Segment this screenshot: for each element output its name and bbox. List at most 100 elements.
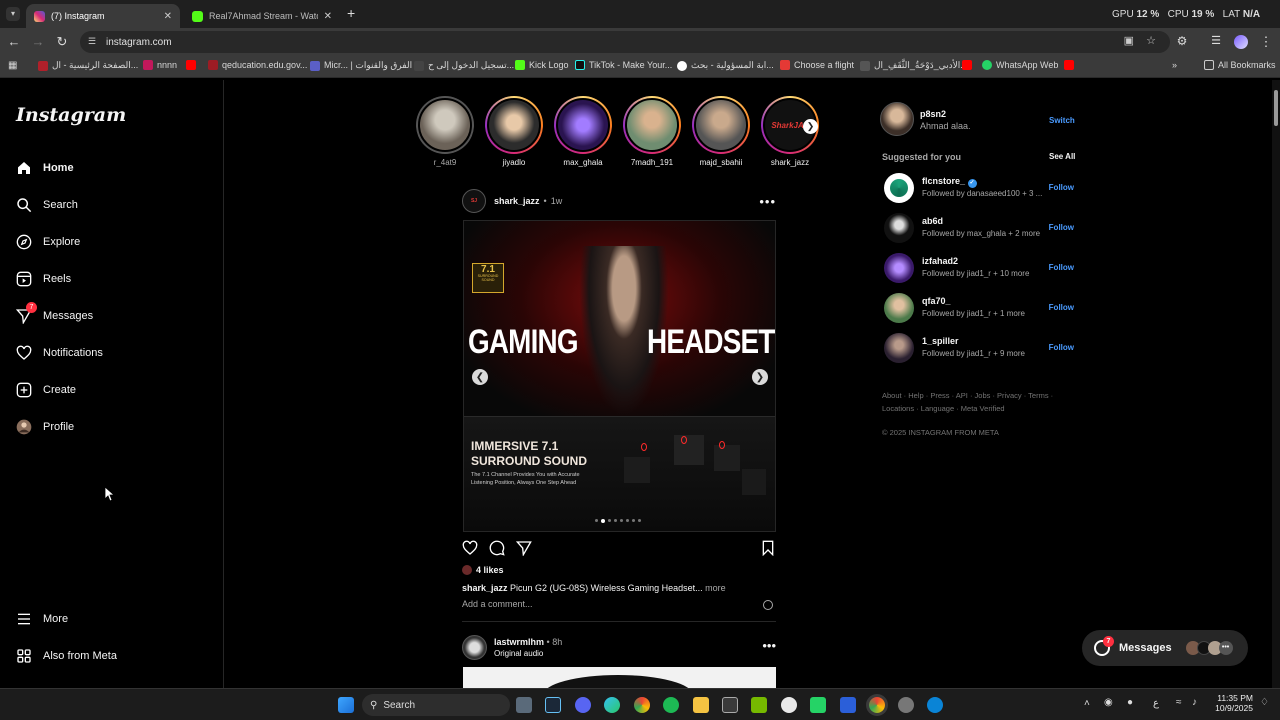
notification-bell-icon[interactable]: ♢: [1260, 697, 1269, 708]
bookmark-item[interactable]: تسجيل الدخول إلى ح...: [414, 60, 514, 71]
tab-stream[interactable]: Real7Ahmad Stream - Watch Li ✕: [184, 4, 340, 28]
suggestion-avatar[interactable]: [884, 173, 914, 203]
media-control-icon[interactable]: ☰: [1208, 34, 1224, 47]
stories-next-button[interactable]: ❯: [803, 119, 818, 134]
messages-pill[interactable]: 7 Messages •••: [1082, 630, 1248, 666]
tray-app-icon[interactable]: ◉: [1104, 697, 1113, 708]
see-all-link[interactable]: See All: [1049, 152, 1075, 161]
app-icon[interactable]: [840, 697, 856, 713]
page-scrollbar[interactable]: [1272, 80, 1280, 688]
bookmark-item[interactable]: TikTok - Make Your...: [575, 60, 672, 70]
forward-arrow-icon[interactable]: →: [30, 34, 46, 49]
address-bar[interactable]: ☰ instagram.com ▣ ☆: [80, 31, 1170, 53]
extensions-icon[interactable]: ⚙: [1174, 34, 1190, 48]
profile-avatar[interactable]: [1234, 35, 1248, 49]
likes-count[interactable]: 4 likes: [476, 565, 504, 575]
apps-grid-icon[interactable]: ▦: [8, 60, 17, 71]
back-arrow-icon[interactable]: ←: [6, 34, 22, 49]
nav-create[interactable]: Create: [16, 380, 76, 400]
bookmark-item[interactable]: Choose a flight: [780, 60, 854, 70]
switch-account-link[interactable]: Switch: [1049, 116, 1075, 125]
nav-home[interactable]: Home: [16, 158, 74, 178]
bookmark-item[interactable]: Micr... | الفرق والقنوات: [310, 60, 412, 71]
save-bookmark-icon[interactable]: [760, 540, 776, 556]
wifi-icon[interactable]: ≈: [1176, 697, 1182, 708]
post-author-avatar[interactable]: SJ: [462, 189, 486, 213]
carousel-next-button[interactable]: ❯: [752, 369, 768, 385]
story-item[interactable]: 7madh_191: [622, 96, 682, 167]
more-options-icon[interactable]: •••: [762, 638, 776, 653]
suggestion-avatar[interactable]: [884, 213, 914, 243]
spotify-icon[interactable]: [663, 697, 679, 713]
whatsapp-icon[interactable]: [810, 697, 826, 713]
caption-username[interactable]: shark_jazz: [462, 583, 508, 593]
more-options-icon[interactable]: •••: [759, 194, 776, 209]
tab-instagram[interactable]: (7) Instagram ✕: [26, 4, 180, 28]
reload-icon[interactable]: ↻: [54, 34, 70, 50]
suggestion-avatar[interactable]: [884, 253, 914, 283]
nav-notifications[interactable]: Notifications: [16, 343, 103, 363]
edge-icon[interactable]: [604, 697, 620, 713]
discord-icon[interactable]: [575, 697, 591, 713]
like-heart-icon[interactable]: [462, 540, 478, 556]
bookmark-item[interactable]: ابة المسؤولية - بحث...: [677, 60, 774, 71]
follow-button[interactable]: Follow: [1049, 223, 1074, 232]
windows-start-icon[interactable]: [338, 697, 354, 713]
new-tab-button[interactable]: +: [347, 5, 355, 21]
suggestion-username[interactable]: qfa70_: [922, 296, 951, 306]
footer-links-2[interactable]: Locations · Language · Meta Verified: [882, 404, 1005, 413]
youtube-icon[interactable]: [186, 60, 196, 70]
carousel-prev-button[interactable]: ❮: [472, 369, 488, 385]
footer-links-1[interactable]: About · Help · Press · API · Jobs · Priv…: [882, 391, 1053, 400]
comment-input[interactable]: Add a comment...: [462, 599, 533, 609]
audio-label[interactable]: Original audio: [494, 649, 543, 658]
story-item[interactable]: r_4at9: [415, 96, 475, 167]
chevron-right-icon[interactable]: »: [1172, 60, 1177, 70]
store-icon[interactable]: [722, 697, 738, 713]
story-item[interactable]: max_ghala: [553, 96, 613, 167]
install-app-icon[interactable]: ▣: [1124, 34, 1134, 47]
suggestion-username[interactable]: 1_spiller: [922, 336, 959, 346]
bookmark-star-icon[interactable]: ☆: [1146, 34, 1156, 47]
share-icon[interactable]: [516, 540, 532, 556]
nvidia-icon[interactable]: [751, 697, 767, 713]
follow-button[interactable]: Follow: [1049, 343, 1074, 352]
follow-button[interactable]: Follow: [1049, 263, 1074, 272]
chrome-icon[interactable]: [634, 697, 650, 713]
current-user-avatar[interactable]: [880, 102, 914, 136]
suggestion-avatar[interactable]: [884, 333, 914, 363]
bookmark-item[interactable]: الأدبي_دَوْحَةُ_الثَّقَفِ_ال...: [860, 60, 968, 71]
app-icon[interactable]: [927, 697, 943, 713]
follow-button[interactable]: Follow: [1049, 303, 1074, 312]
instagram-logo[interactable]: Instagram: [16, 104, 126, 126]
browser-menu-icon[interactable]: ⋮: [1258, 34, 1274, 50]
bookmark-item[interactable]: nnnn: [143, 60, 177, 70]
next-post-image[interactable]: [463, 667, 776, 688]
story-item[interactable]: majd_sbahii: [691, 96, 751, 167]
nav-reels[interactable]: Reels: [16, 269, 71, 289]
camera-app-icon[interactable]: [516, 697, 532, 713]
xbox-icon[interactable]: [781, 697, 797, 713]
suggestion-username[interactable]: ab6d: [922, 216, 943, 226]
current-user-username[interactable]: p8sn2: [920, 109, 946, 119]
language-indicator[interactable]: ع: [1153, 698, 1159, 709]
follow-button[interactable]: Follow: [1049, 183, 1074, 192]
bookmark-item[interactable]: WhatsApp Web: [982, 60, 1058, 70]
nav-explore[interactable]: Explore: [16, 232, 80, 252]
emoji-icon[interactable]: [763, 600, 773, 610]
nav-profile[interactable]: Profile: [16, 417, 74, 437]
scrollbar-thumb[interactable]: [1274, 90, 1278, 126]
post-author-username[interactable]: shark_jazz: [494, 196, 540, 206]
youtube-icon[interactable]: [1064, 60, 1074, 70]
suggestion-username[interactable]: flcnstore_ ✓: [922, 176, 977, 188]
bookmark-item[interactable]: Kick Logo: [515, 60, 569, 70]
close-icon[interactable]: ✕: [164, 11, 172, 22]
comment-icon[interactable]: [489, 540, 505, 556]
post-author-avatar[interactable]: [462, 635, 487, 660]
suggestion-avatar[interactable]: [884, 293, 914, 323]
caption-more-link[interactable]: more: [705, 583, 726, 593]
nav-also-from-meta[interactable]: Also from Meta: [16, 646, 117, 666]
post-image[interactable]: 7.1 SURROUND SOUND GAMING HEADSET ❮ ❯ IM…: [463, 220, 776, 532]
microphone-icon[interactable]: ●: [1127, 697, 1133, 708]
all-bookmarks[interactable]: All Bookmarks: [1204, 60, 1276, 70]
